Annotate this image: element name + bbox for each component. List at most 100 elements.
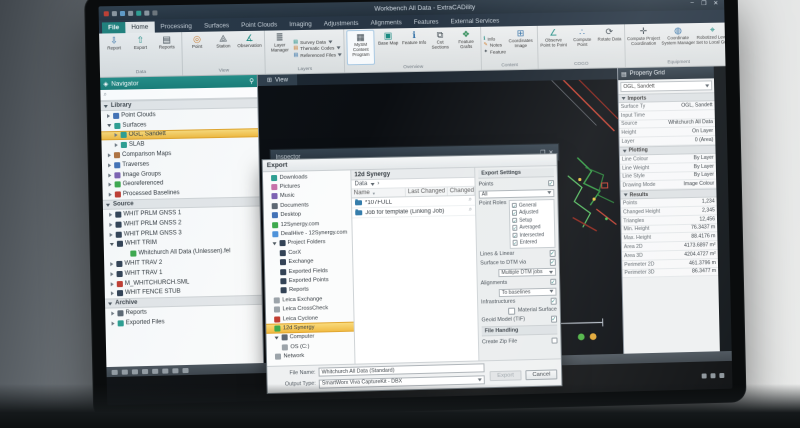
- property-row[interactable]: Perimeter 3D 86.3477 m: [622, 267, 718, 278]
- status-tool-icon[interactable]: [122, 369, 128, 374]
- traverses-icon: [114, 162, 120, 168]
- status-tool-icon[interactable]: [152, 368, 158, 373]
- tab-features[interactable]: Features: [408, 16, 445, 28]
- checkbox-checked[interactable]: ✓: [512, 210, 518, 216]
- alignments-dropdown[interactable]: To baselines: [499, 287, 557, 296]
- tab-plan-view[interactable]: ⊞View: [258, 74, 297, 86]
- checkbox-checked[interactable]: ✓: [511, 203, 517, 209]
- checkbox-checked[interactable]: ✓: [512, 240, 518, 246]
- tree-item-network[interactable]: Network: [267, 350, 355, 362]
- point-role-option[interactable]: ✓ Adjusted: [512, 209, 552, 216]
- tab-surfaces[interactable]: Surfaces: [198, 20, 235, 32]
- referenced-files-menu[interactable]: ▤Referenced Files: [293, 52, 341, 58]
- point-role-label: Intersected: [519, 232, 544, 239]
- thematic-codes-menu[interactable]: ▤Thematic Codes: [293, 45, 341, 51]
- lines-setting[interactable]: Lines & Linear✓: [480, 250, 556, 258]
- tab-imaging[interactable]: Imaging: [283, 19, 318, 31]
- tab-adjustments[interactable]: Adjustments: [318, 18, 365, 30]
- checkbox-checked[interactable]: ✓: [512, 225, 518, 231]
- checkbox-checked[interactable]: ✓: [550, 298, 557, 305]
- checkbox-unchecked[interactable]: [551, 337, 558, 344]
- status-tool-icon[interactable]: [172, 368, 178, 373]
- property-label: Changed Height: [623, 208, 663, 215]
- file-row[interactable]: Job for template (Linking Job)⌕: [352, 206, 475, 219]
- checkbox-unchecked[interactable]: [508, 308, 515, 315]
- observe-point-to-point-button[interactable]: ∠Observe Point to Point: [539, 26, 568, 61]
- feature-button[interactable]: ✦Feature: [484, 49, 506, 54]
- checkbox-checked[interactable]: ✓: [512, 233, 518, 239]
- export-confirm-button[interactable]: Export: [490, 370, 522, 381]
- tray-icon[interactable]: [719, 372, 724, 377]
- info-button[interactable]: ℹInfo: [483, 36, 505, 41]
- point-role-option[interactable]: ✓ General: [511, 202, 551, 209]
- quick-access-toolbar[interactable]: [104, 10, 158, 16]
- status-tool-icon[interactable]: [142, 369, 148, 374]
- checkbox-checked[interactable]: ✓: [549, 259, 556, 266]
- coordinate-system-manager-button[interactable]: ◍Coordinate System Manager: [661, 24, 695, 59]
- minimize-button[interactable]: –: [689, 0, 696, 7]
- surface-dropdown[interactable]: Multiple DTM jobs: [498, 268, 556, 277]
- surface-setting[interactable]: Surface to DTM via✓: [480, 259, 556, 267]
- column-name[interactable]: Name▼: [352, 188, 406, 197]
- tab-home[interactable]: Home: [125, 22, 154, 34]
- content-program-button[interactable]: ▦MySM Content Program: [346, 30, 375, 66]
- feature-grafts-button[interactable]: ❖Feature Grafts: [453, 28, 479, 63]
- pin-icon[interactable]: ⚲: [249, 78, 254, 85]
- observation-button[interactable]: ∡Observation: [237, 32, 263, 68]
- cancel-button[interactable]: Cancel: [525, 369, 557, 380]
- layer-manager-button[interactable]: ≣Layer Manager: [267, 31, 293, 67]
- tab-file[interactable]: File: [102, 22, 125, 33]
- point-button[interactable]: ◎Point: [184, 33, 210, 69]
- desktop-icon: [272, 212, 278, 218]
- point-role-option[interactable]: ✓ Intersected: [512, 231, 552, 238]
- reports-button[interactable]: ▤Reports: [154, 33, 180, 69]
- tab-point-clouds[interactable]: Point Clouds: [235, 19, 283, 31]
- output-type-select[interactable]: SmartWorx Viva CaptureKit - DBX: [319, 375, 485, 388]
- filter-icon[interactable]: ▼: [372, 190, 376, 195]
- status-tool-icon[interactable]: [182, 367, 188, 372]
- alignments-setting[interactable]: Alignments✓: [481, 278, 557, 286]
- cut-sections-button[interactable]: ⧉Cut Sections: [427, 28, 453, 63]
- point-role-option[interactable]: ✓ Entered: [512, 239, 552, 246]
- robotized-level-button[interactable]: ⌖Robotized Level Set to Local Grid: [696, 23, 726, 58]
- column-changed-date[interactable]: Changed Da: [448, 187, 475, 196]
- coordinates-image-button[interactable]: ⊞Coordinates Image: [507, 27, 536, 62]
- close-button[interactable]: ✕: [712, 0, 719, 6]
- snap-buttons[interactable]: [578, 333, 597, 340]
- status-tool-icon[interactable]: [162, 368, 168, 373]
- column-last-changed-by[interactable]: Last Changed By▼: [406, 187, 448, 196]
- points-setting[interactable]: Points✓: [478, 180, 554, 188]
- tab-processing[interactable]: Processing: [154, 21, 198, 33]
- rotate-data-button[interactable]: ⟳Rotate Data: [597, 25, 622, 60]
- checkbox-checked[interactable]: ✓: [548, 180, 555, 187]
- point-role-option[interactable]: ✓ Setup: [512, 217, 552, 224]
- tray-icon[interactable]: [702, 373, 707, 378]
- property-selector[interactable]: OGL, Sandett: [620, 80, 712, 92]
- checkbox-checked[interactable]: ✓: [550, 278, 557, 285]
- maximize-button[interactable]: ❐: [700, 0, 707, 7]
- station-button[interactable]: ⟁Station: [210, 32, 236, 68]
- checkbox-checked[interactable]: ✓: [551, 316, 558, 323]
- status-tool-icon[interactable]: [132, 369, 138, 374]
- material-surface-option[interactable]: Material Surface: [481, 307, 557, 315]
- checkbox-checked[interactable]: ✓: [549, 250, 556, 257]
- point-role-option[interactable]: ✓ Averaged: [512, 224, 552, 231]
- checkbox-checked[interactable]: ✓: [512, 218, 518, 224]
- survey-data-menu[interactable]: ▤Survey Data: [293, 39, 341, 45]
- report-button[interactable]: ⇩Report: [101, 34, 127, 70]
- infrastructures-setting[interactable]: Infrastructures✓: [481, 298, 557, 306]
- base-map-button[interactable]: ▣Base Map: [375, 29, 401, 64]
- create-zip-setting[interactable]: Create Zip File: [482, 337, 558, 345]
- compute-point-button[interactable]: ∴Compute Point: [568, 26, 596, 61]
- compute-project-coordination-button[interactable]: ✛Compute Project Coordination: [626, 25, 660, 60]
- tab-alignments[interactable]: Alignments: [364, 17, 407, 29]
- status-tool-icon[interactable]: [112, 369, 118, 374]
- export-button[interactable]: ⇧Export: [128, 34, 154, 70]
- report-icon: ⇩: [110, 35, 118, 45]
- geoid-model-setting[interactable]: Geoid Model (TIF)✓: [481, 316, 557, 324]
- tray-icon[interactable]: [710, 373, 715, 378]
- points-filter-dropdown[interactable]: All: [479, 189, 555, 199]
- notes-button[interactable]: ✎Notes: [484, 42, 506, 47]
- feature-info-button[interactable]: ℹFeature Info: [401, 29, 427, 64]
- system-tray[interactable]: [702, 372, 725, 378]
